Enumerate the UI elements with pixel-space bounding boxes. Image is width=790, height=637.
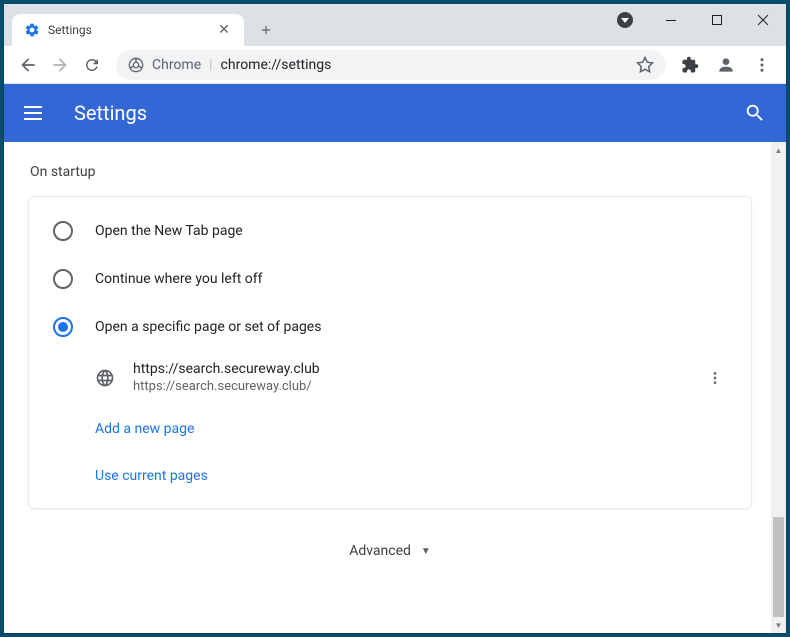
- back-button[interactable]: [12, 49, 44, 81]
- reload-button[interactable]: [76, 49, 108, 81]
- page-entry-menu[interactable]: [703, 366, 727, 390]
- search-icon[interactable]: [744, 102, 766, 124]
- radio-label: Open the New Tab page: [95, 223, 243, 239]
- window-controls: [602, 4, 786, 36]
- use-current-link[interactable]: Use current pages: [95, 468, 208, 484]
- radio-icon: [53, 317, 73, 337]
- toolbar: Chrome | chrome://settings: [4, 46, 786, 84]
- account-badge[interactable]: [602, 4, 648, 36]
- tab-title: Settings: [48, 23, 216, 37]
- startup-card: Open the New Tab page Continue where you…: [28, 196, 752, 509]
- minimize-button[interactable]: [648, 4, 694, 36]
- scrollbar[interactable]: ▲ ▼: [771, 142, 786, 633]
- add-page-row: Add a new page: [29, 404, 751, 451]
- radio-label: Open a specific page or set of pages: [95, 319, 321, 335]
- radio-icon: [53, 269, 73, 289]
- tab-settings[interactable]: Settings ✕: [12, 14, 244, 46]
- radio-icon: [53, 221, 73, 241]
- extensions-button[interactable]: [674, 49, 706, 81]
- chrome-icon: [128, 57, 144, 73]
- startup-page-entry: https://search.secureway.club https://se…: [29, 351, 751, 404]
- page-entry-title: https://search.secureway.club: [133, 361, 703, 377]
- new-tab-button[interactable]: [252, 16, 280, 44]
- advanced-label: Advanced: [349, 543, 411, 559]
- chevron-down-icon: ▼: [421, 546, 431, 557]
- maximize-button[interactable]: [694, 4, 740, 36]
- hamburger-icon[interactable]: [24, 101, 48, 125]
- scroll-up-icon[interactable]: ▲: [771, 142, 786, 158]
- scroll-thumb[interactable]: [773, 517, 784, 617]
- omnibox-url: chrome://settings: [221, 57, 636, 73]
- profile-button[interactable]: [710, 49, 742, 81]
- settings-header: Settings: [4, 84, 786, 142]
- close-button[interactable]: [740, 4, 786, 36]
- omnibox-divider: |: [209, 57, 212, 73]
- address-bar[interactable]: Chrome | chrome://settings: [116, 50, 666, 80]
- advanced-toggle[interactable]: Advanced ▼: [28, 543, 752, 559]
- radio-label: Continue where you left off: [95, 271, 263, 287]
- scroll-down-icon[interactable]: ▼: [771, 617, 786, 633]
- browser-window: Settings ✕ Chrome | chrome:: [4, 4, 786, 633]
- forward-button[interactable]: [44, 49, 76, 81]
- radio-specific-pages[interactable]: Open a specific page or set of pages: [29, 303, 751, 351]
- section-title: On startup: [28, 164, 752, 180]
- radio-new-tab[interactable]: Open the New Tab page: [29, 207, 751, 255]
- radio-continue[interactable]: Continue where you left off: [29, 255, 751, 303]
- content-area: On startup Open the New Tab page Continu…: [4, 142, 786, 633]
- menu-button[interactable]: [746, 49, 778, 81]
- bookmark-star-icon[interactable]: [636, 56, 654, 74]
- omnibox-prefix: Chrome: [152, 57, 201, 73]
- close-icon[interactable]: ✕: [216, 22, 232, 38]
- add-page-link[interactable]: Add a new page: [95, 421, 194, 437]
- gear-icon: [24, 22, 40, 38]
- page-entry-url: https://search.secureway.club/: [133, 379, 703, 394]
- page-title: Settings: [74, 101, 744, 125]
- globe-icon: [95, 368, 115, 388]
- use-current-row: Use current pages: [29, 451, 751, 498]
- titlebar: Settings ✕: [4, 4, 786, 46]
